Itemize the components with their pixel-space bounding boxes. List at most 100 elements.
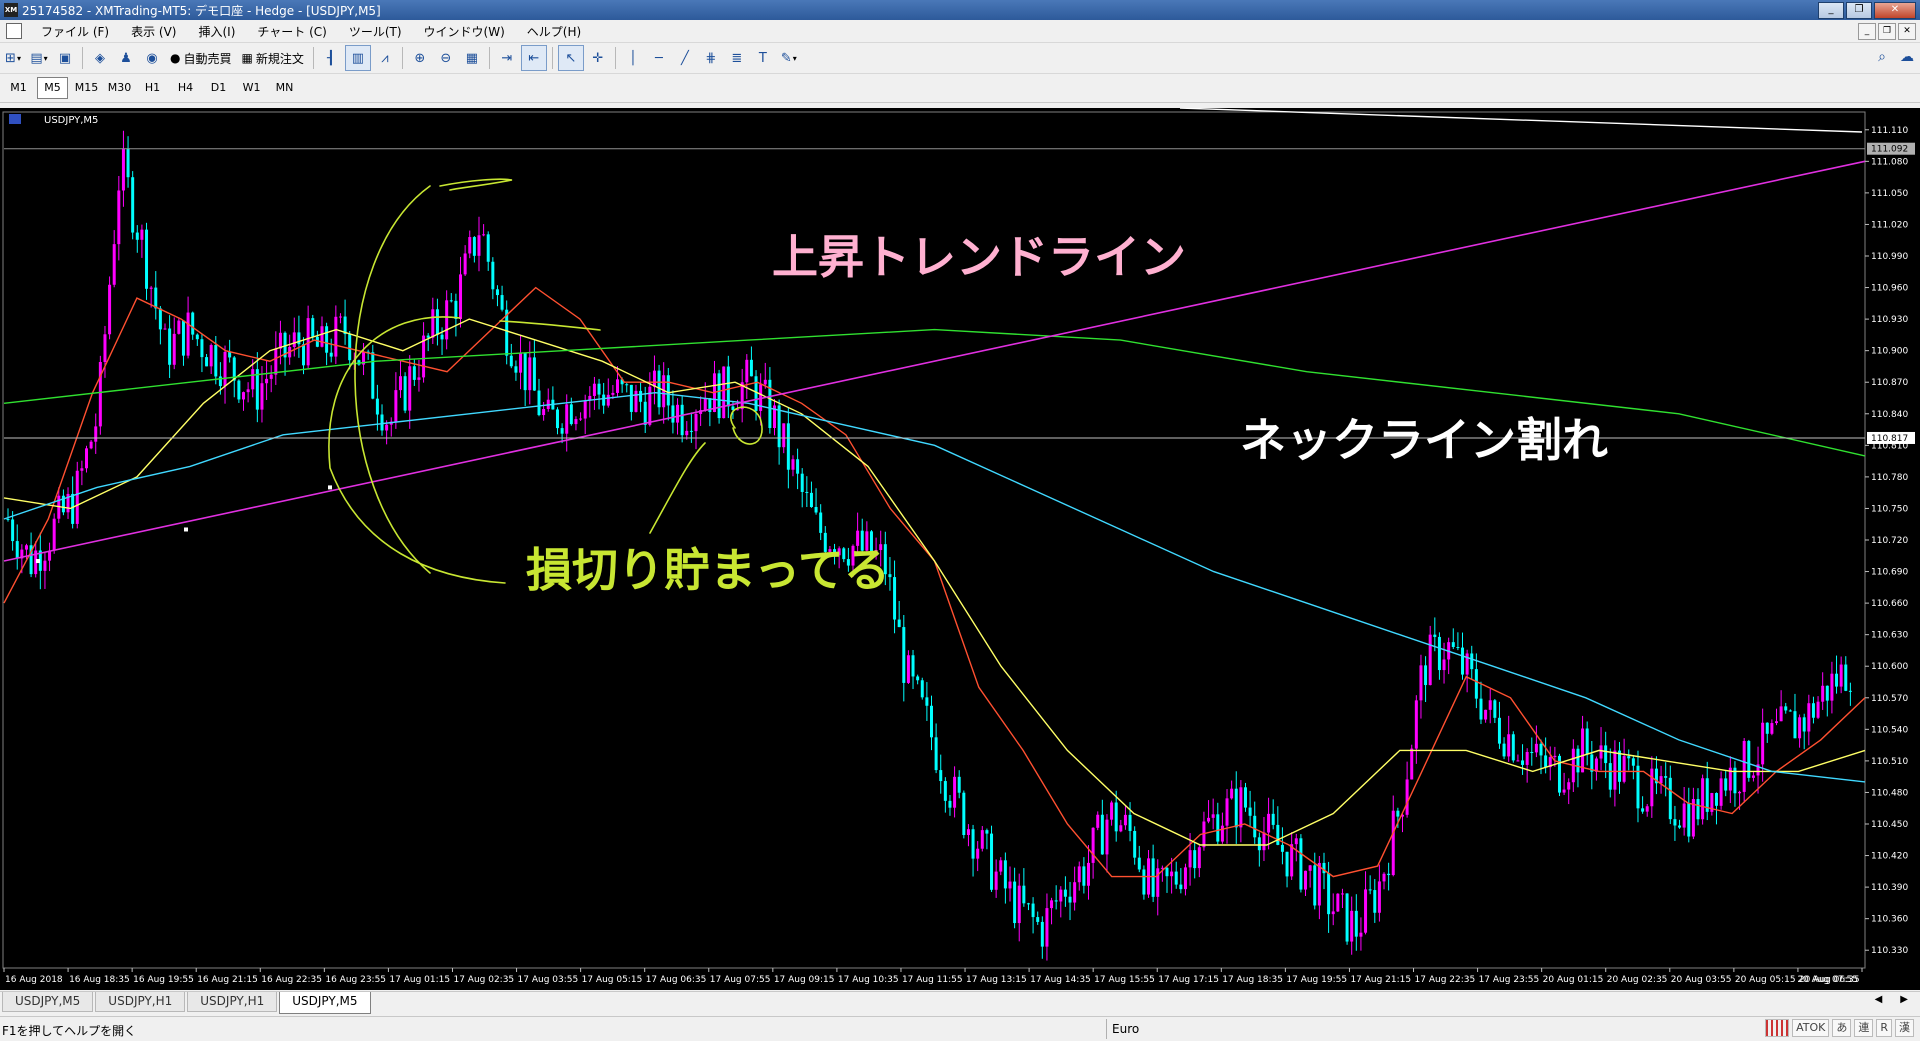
mdi-close-button[interactable]: ✕ <box>1898 23 1916 40</box>
timeframe-mn[interactable]: MN <box>270 78 299 98</box>
ime-conversion[interactable]: 連 <box>1854 1019 1874 1037</box>
profile-name[interactable]: Euro <box>1112 1022 1139 1036</box>
candlestick-icon[interactable]: ▥ <box>344 45 371 71</box>
chat-icon[interactable]: ☁ <box>1900 49 1914 65</box>
mdi-restore-button[interactable]: ❐ <box>1878 23 1896 40</box>
candle-body <box>200 339 204 358</box>
menu-view[interactable]: 表示 (V) <box>120 23 187 40</box>
close-button[interactable]: ✕ <box>1874 2 1916 19</box>
menu-chart[interactable]: チャート (C) <box>246 23 337 40</box>
horizontal-line-icon[interactable]: ─ <box>647 46 671 70</box>
candle-body <box>1340 893 1344 895</box>
mdi-minimize-button[interactable]: _ <box>1858 23 1876 40</box>
tab-scroll-left-icon[interactable]: ◀ <box>1875 994 1883 1005</box>
document-icon[interactable] <box>6 23 22 39</box>
candle-body <box>1534 743 1538 753</box>
tab-scroll-right-icon[interactable]: ▶ <box>1900 994 1908 1005</box>
profiles-icon[interactable]: ▤ ▾ <box>27 46 51 70</box>
candle-body <box>1793 711 1797 739</box>
menu-tools[interactable]: ツール(T) <box>338 23 413 40</box>
timeframe-w1[interactable]: W1 <box>237 78 266 98</box>
chart-tab-usdjpy-h1-2[interactable]: USDJPY,H1 <box>187 992 278 1012</box>
auto-scroll-icon[interactable]: ⇥ <box>495 46 519 70</box>
auto-trade-icon: ● <box>170 51 181 65</box>
vertical-line-icon[interactable]: │ <box>621 46 645 70</box>
minimize-button[interactable]: _ <box>1818 2 1844 19</box>
candle-body <box>1497 717 1501 744</box>
equidistant-channel-icon[interactable]: ≣ <box>725 46 749 70</box>
tile-windows-icon[interactable]: ▦ <box>460 46 484 70</box>
chart-shift-icon[interactable]: ⇤ <box>520 45 547 71</box>
candle-body <box>348 334 352 361</box>
chart-tab-usdjpy-m5[interactable]: USDJPY,M5 <box>2 992 94 1012</box>
menu-window[interactable]: ウインドウ(W) <box>413 23 516 40</box>
candle-body <box>1636 765 1640 809</box>
candle-body <box>403 376 407 411</box>
navigator-icon[interactable]: ♟ <box>114 46 138 70</box>
restore-button[interactable]: ❐ <box>1846 2 1872 19</box>
time-tick-label: 17 Aug 09:15 <box>774 975 835 985</box>
templates-icon[interactable]: ▣ <box>53 46 77 70</box>
zoom-in-icon[interactable]: ⊕ <box>408 46 432 70</box>
toolbar-separator <box>82 47 83 69</box>
auto-trade-button[interactable]: ● 自動売買 <box>166 46 236 70</box>
ime-roman[interactable]: R <box>1876 1019 1892 1037</box>
candle-body <box>1618 750 1622 782</box>
candle-body <box>168 328 172 365</box>
ime-mode[interactable]: あ <box>1832 1019 1852 1037</box>
line-chart-icon[interactable]: ⩘ <box>373 46 397 70</box>
text-tool-icon[interactable]: T <box>751 46 775 70</box>
candle-body <box>1110 802 1114 820</box>
cursor-icon[interactable]: ↖ <box>557 45 584 71</box>
candle-body <box>1410 748 1414 780</box>
timeframe-m1[interactable]: M1 <box>4 78 33 98</box>
ime-toolbar: ATOK あ 連 R 漢 <box>1765 1019 1914 1037</box>
timeframe-m5[interactable]: M5 <box>37 77 68 99</box>
trendline-icon[interactable]: ╱ <box>673 46 697 70</box>
shapes-icon[interactable]: ✎ ▾ <box>777 46 801 70</box>
chart-canvas[interactable]: 111.110 111.080 111.050 111.020 110.990 110.9… <box>0 108 1920 990</box>
candle-body <box>1327 873 1331 915</box>
candle-body <box>1798 717 1802 739</box>
candle-body <box>569 404 573 425</box>
candle-body <box>1243 787 1247 808</box>
menu-help[interactable]: ヘルプ(H) <box>516 23 592 40</box>
timeframe-m30[interactable]: M30 <box>105 78 134 98</box>
candle-body <box>1474 669 1478 699</box>
candle-body <box>1682 803 1686 828</box>
timeframe-h1[interactable]: H1 <box>138 78 167 98</box>
chart-tab-usdjpy-h1[interactable]: USDJPY,H1 <box>95 992 186 1012</box>
search-icon[interactable]: ⌕ <box>1878 49 1886 65</box>
ime-atok[interactable]: ATOK <box>1792 1019 1830 1037</box>
market-watch-icon[interactable]: ◈ <box>88 46 112 70</box>
candle-body <box>385 424 389 431</box>
bar-chart-icon[interactable]: ┨ <box>319 46 343 70</box>
candle-body <box>1696 799 1700 820</box>
price-tick-label: 110.420 <box>1871 852 1908 862</box>
time-tick-label: 17 Aug 17:15 <box>1158 975 1219 985</box>
crosshair-icon[interactable]: ✛ <box>586 46 610 70</box>
new-order-button[interactable]: ▦ 新規注文 <box>238 46 308 70</box>
chart-tab-usdjpy-m5-active[interactable]: USDJPY,M5 <box>279 992 371 1014</box>
timeframe-h4[interactable]: H4 <box>171 78 200 98</box>
candle-body <box>722 366 726 419</box>
timeframe-d1[interactable]: D1 <box>204 78 233 98</box>
candle-body <box>1345 893 1349 942</box>
price-chart[interactable]: 111.110 111.080 111.050 111.020 110.990 110.9… <box>0 108 1920 990</box>
candle-body <box>1511 734 1515 761</box>
candle-body <box>435 309 439 335</box>
candle-body <box>1687 803 1691 837</box>
price-tick-label: 110.510 <box>1871 757 1908 767</box>
candle-body <box>1437 636 1441 671</box>
fibonacci-icon[interactable]: ⋕ <box>699 46 723 70</box>
signals-icon[interactable]: ◉ <box>140 46 164 70</box>
ime-kanji[interactable]: 漢 <box>1895 1019 1914 1037</box>
candle-body <box>1576 748 1580 773</box>
candle-body <box>629 384 633 412</box>
menu-file[interactable]: ファイル (F) <box>30 23 120 40</box>
status-divider <box>1106 1019 1107 1039</box>
menu-insert[interactable]: 挿入(I) <box>187 23 246 40</box>
zoom-out-icon[interactable]: ⊖ <box>434 46 458 70</box>
timeframe-m15[interactable]: M15 <box>72 78 101 98</box>
new-chart-icon[interactable]: ⊞ ▾ <box>1 46 25 70</box>
